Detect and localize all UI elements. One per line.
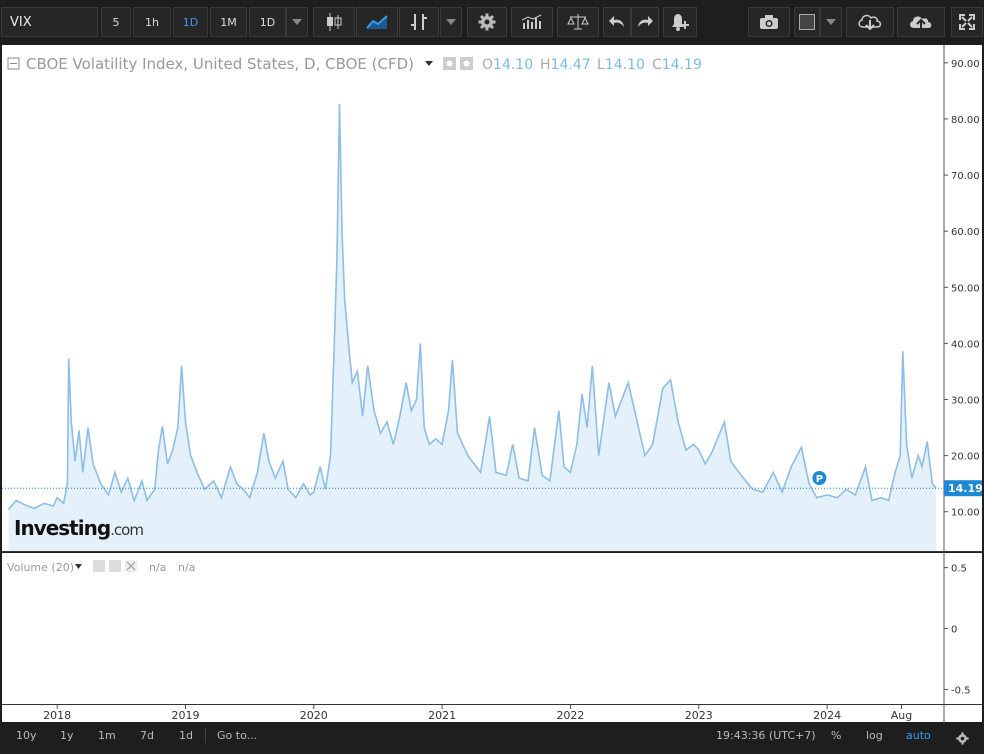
interval-5-button[interactable]: 5: [101, 7, 131, 37]
area-chart-icon[interactable]: [356, 7, 398, 37]
high-value: 14.47: [551, 57, 591, 73]
time-tick-label: 2023: [685, 709, 713, 722]
price-tick-label: 60.00: [951, 227, 980, 238]
settings-icon[interactable]: [467, 7, 507, 37]
interval-1m-button[interactable]: 1M: [210, 7, 247, 37]
event-marker-label: P: [816, 474, 823, 485]
download-icon[interactable]: [846, 7, 894, 37]
svg-text:O14.10 H14.47 L14.: O14.10 H14.47 L14.10 C14.19: [482, 57, 702, 73]
time-tick-label: 2024: [813, 709, 841, 722]
low-label: L: [597, 57, 605, 73]
volume-settings-icon[interactable]: [109, 560, 121, 572]
time-tick-label: 2019: [171, 709, 199, 722]
chart-area[interactable]: 14.19 P 10.00 20.00 30.00 40.00 50.00 60.00 70.…: [0, 44, 984, 723]
legend: CBOE Volatility Index, United States, D,…: [7, 55, 702, 73]
settings-gear-icon[interactable]: [956, 729, 969, 745]
time-tick-label: Aug: [891, 709, 912, 722]
time-tick-label: 2022: [556, 709, 584, 722]
range-7d-button[interactable]: 7d: [140, 723, 154, 748]
price-tick-label: 70.00: [951, 171, 980, 182]
toolbar: VIX 5 1h 1D 1M 1D: [0, 0, 984, 45]
color-square-icon[interactable]: [794, 7, 820, 37]
volume-tick-label: 0: [951, 625, 957, 636]
clock[interactable]: 19:43:36 (UTC+7): [716, 723, 816, 748]
last-price-label: 14.19: [948, 482, 983, 495]
time-axis[interactable]: [2, 705, 944, 722]
fullscreen-icon[interactable]: [951, 7, 983, 37]
logo-brand: Investing: [14, 516, 110, 540]
upload-icon[interactable]: [897, 7, 945, 37]
undo-icon[interactable]: [603, 7, 631, 37]
time-tick-label: 2020: [300, 709, 328, 722]
price-tick-label: 80.00: [951, 115, 980, 126]
volume-label[interactable]: Volume (20): [7, 561, 74, 574]
low-value: 14.10: [605, 57, 645, 73]
interval-1d-button[interactable]: 1D: [173, 7, 208, 37]
volume-tick-label: -0.5: [951, 685, 971, 696]
bars-icon[interactable]: [399, 7, 439, 37]
last-price-tag: 14.19: [944, 480, 983, 497]
range-10y-button[interactable]: 10y: [16, 723, 37, 748]
symbol-input[interactable]: VIX: [1, 7, 98, 37]
time-tick-label: 2018: [43, 709, 71, 722]
open-value: 14.10: [493, 57, 533, 73]
volume-value-2: n/a: [178, 561, 195, 574]
bottom-toolbar: 10y 1y 1m 7d 1d Go to... 19:43:36 (UTC+7…: [0, 723, 984, 748]
compare-icon[interactable]: [557, 7, 599, 37]
range-1y-button[interactable]: 1y: [60, 723, 74, 748]
logo-suffix: .com: [110, 521, 143, 539]
price-tick-label: 40.00: [951, 339, 980, 350]
volume-axis[interactable]: [944, 553, 982, 704]
event-marker[interactable]: P: [812, 471, 827, 486]
close-label: C: [652, 57, 662, 73]
price-tick-label: 90.00: [951, 59, 980, 70]
dropdown-icon[interactable]: [820, 7, 842, 37]
price-tick-label: 10.00: [951, 508, 980, 519]
divider: [205, 728, 206, 743]
high-label: H: [540, 57, 551, 73]
percent-toggle[interactable]: %: [831, 723, 841, 748]
log-toggle[interactable]: log: [866, 723, 883, 748]
candles-icon[interactable]: [313, 7, 355, 37]
range-1d-button[interactable]: 1d: [179, 723, 193, 748]
price-tick-label: 30.00: [951, 396, 980, 407]
volume-tick-label: 0.5: [951, 564, 967, 575]
close-value: 14.19: [662, 57, 702, 73]
range-1m-button[interactable]: 1m: [98, 723, 116, 748]
open-label: O: [482, 57, 493, 73]
interval-custom-button[interactable]: 1D: [249, 7, 286, 37]
dropdown-icon[interactable]: [440, 7, 462, 37]
auto-toggle[interactable]: auto: [906, 723, 931, 748]
camera-icon[interactable]: [748, 7, 790, 37]
volume-value-1: n/a: [149, 561, 166, 574]
interval-1h-button[interactable]: 1h: [133, 7, 171, 37]
time-tick-label: 2021: [428, 709, 456, 722]
price-tick-label: 20.00: [951, 452, 980, 463]
volume-pane: [2, 553, 944, 704]
price-tick-label: 50.00: [951, 283, 980, 294]
redo-icon[interactable]: [631, 7, 659, 37]
indicators-icon[interactable]: [511, 7, 553, 37]
dropdown-icon[interactable]: [286, 7, 308, 37]
add-alert-icon[interactable]: [663, 7, 697, 37]
goto-button[interactable]: Go to...: [217, 723, 257, 748]
volume-close-icon[interactable]: [125, 560, 137, 572]
volume-visibility-icon[interactable]: [93, 560, 105, 572]
legend-title[interactable]: CBOE Volatility Index, United States, D,…: [26, 55, 414, 73]
